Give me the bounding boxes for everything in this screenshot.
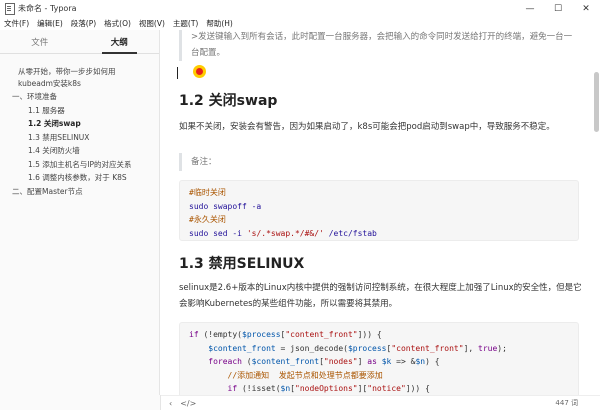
maximize-button[interactable]: ☐	[544, 0, 572, 17]
code-comment: //添加通知 发起节点和处理节点都要添加	[227, 370, 383, 380]
code-variable: $k	[381, 357, 392, 366]
menu-format[interactable]: 格式(O)	[104, 18, 131, 29]
code-block-swap[interactable]: #临时关闭 sudo swapoff -a #永久关闭 sudo sed -i …	[179, 180, 579, 241]
outline-item-firewall[interactable]: 1.4 关闭防火墙	[0, 145, 159, 157]
code-text: ])) {	[405, 384, 430, 393]
sidebar-tabs: 文件 大纲	[0, 30, 159, 54]
code-text: ) {	[425, 357, 440, 366]
mouse-click-indicator	[193, 65, 206, 78]
code-text: );	[497, 343, 507, 353]
outline-item-doc-title[interactable]: 从零开始，带你一步步如何用	[0, 66, 159, 78]
paragraph-swap: 如果不关闭，安装会有警告，因为如果启动了，k8s可能会把pod启动到swap中，…	[179, 122, 555, 132]
tab-outline[interactable]: 大纲	[80, 30, 160, 54]
code-text: ])) {	[357, 330, 382, 339]
sidebar-footer	[0, 395, 161, 410]
menu-file[interactable]: 文件(F)	[4, 18, 29, 29]
code-text: (!empty(	[198, 330, 242, 339]
code-string: "nodes"	[323, 357, 358, 366]
code-variable: $n	[280, 384, 291, 393]
code-variable: $process	[242, 330, 281, 339]
code-line: sudo sed -i	[189, 228, 242, 238]
heading-selinux: 1.3 禁用SELINUX	[179, 256, 305, 272]
code-line: /etc/fstab	[323, 228, 377, 238]
menu-help[interactable]: 帮助(H)	[206, 18, 233, 29]
code-block-php[interactable]: if (!empty($process["content_front"])) {…	[179, 322, 579, 395]
window-title: 未命名 - Typora	[18, 4, 77, 13]
code-string: "notice"	[367, 384, 406, 393]
word-count[interactable]: 447 词	[555, 398, 578, 408]
status-bar: ‹ </> 447 词	[161, 395, 600, 410]
outline-item-kernel[interactable]: 1.6 调整内核参数，对于 K8S	[0, 172, 159, 184]
editor-area[interactable]: >发送键输入到所有会话，此时配置一台服务器，会把输入的命令同时发送给打开的终端，…	[161, 30, 600, 395]
code-keyword: if	[227, 384, 238, 393]
outline-item-master[interactable]: 二、配置Master节点	[0, 186, 159, 198]
code-text: (	[241, 357, 252, 366]
paragraph-selinux: selinux是2.6+版本的Linux内核中提供的强制访问控制系统，在很大程度…	[179, 283, 582, 309]
note-blockquote: 备注：	[179, 153, 579, 171]
code-keyword: foreach	[208, 357, 242, 366]
window-controls: — ☐ ✕	[516, 0, 600, 17]
scrollbar-thumb[interactable]	[594, 72, 599, 132]
code-string: "nodeOptions"	[295, 384, 358, 393]
outline-item-doc-title-cont[interactable]: kubeadm安装k8s	[0, 78, 159, 90]
menu-bar: 文件(F) 编辑(E) 段落(P) 格式(O) 视图(V) 主题(T) 帮助(H…	[0, 17, 600, 30]
code-variable: $content_front	[208, 343, 276, 353]
minimize-button[interactable]: —	[516, 0, 544, 17]
close-button[interactable]: ✕	[572, 0, 600, 17]
tab-files[interactable]: 文件	[0, 30, 80, 53]
typora-app-icon	[4, 3, 15, 15]
code-comment: #永久关闭	[189, 215, 226, 224]
menu-paragraph[interactable]: 段落(P)	[71, 18, 96, 29]
source-code-icon[interactable]: </>	[180, 399, 196, 408]
outline-item-env-prep[interactable]: 一、环境准备	[0, 91, 159, 103]
code-string: "content_front"	[285, 330, 358, 339]
code-text: ],	[463, 343, 479, 353]
code-keyword: if	[189, 330, 199, 339]
title-bar: 未命名 - Typora — ☐ ✕	[0, 0, 600, 17]
menu-edit[interactable]: 编辑(E)	[37, 18, 63, 29]
code-string: 's/.*swap.*/#&/'	[246, 228, 324, 238]
code-keyword: true	[478, 343, 498, 353]
code-comment: #临时关闭	[189, 188, 226, 197]
code-keyword: as	[367, 357, 377, 366]
outline-item-swap[interactable]: 1.2 关闭swap	[0, 118, 159, 130]
code-string: "content_front"	[391, 343, 464, 353]
heading-swap: 1.2 关闭swap	[179, 93, 278, 109]
code-variable: $content_front	[251, 357, 320, 366]
code-variable: $n	[415, 357, 426, 366]
editor-scrollbar[interactable]	[592, 30, 600, 395]
code-line: sudo swapoff -a	[189, 201, 262, 211]
sidebar: 文件 大纲 从零开始，带你一步步如何用 kubeadm安装k8s 一、环境准备 …	[0, 30, 160, 410]
text-cursor	[177, 67, 178, 79]
code-text: ]	[357, 357, 368, 366]
code-variable: $process	[347, 343, 387, 353]
outline-list: 从零开始，带你一步步如何用 kubeadm安装k8s 一、环境准备 1.1 服务…	[0, 54, 159, 197]
outline-item-hosts[interactable]: 1.5 添加主机名与IP的对应关系	[0, 159, 159, 171]
menu-theme[interactable]: 主题(T)	[173, 18, 198, 29]
outline-item-selinux[interactable]: 1.3 禁用SELINUX	[0, 132, 159, 144]
menu-view[interactable]: 视图(V)	[139, 18, 165, 29]
code-text: = json_decode(	[275, 343, 348, 353]
blockquote-continuation: >发送键输入到所有会话，此时配置一台服务器，会把输入的命令同时发送给打开的终端，…	[179, 30, 579, 61]
code-text: ][	[357, 384, 368, 393]
outline-item-servers[interactable]: 1.1 服务器	[0, 105, 159, 117]
back-icon[interactable]: ‹	[169, 399, 172, 408]
code-text: => &	[391, 357, 416, 366]
code-text: (!isset(	[237, 384, 281, 393]
